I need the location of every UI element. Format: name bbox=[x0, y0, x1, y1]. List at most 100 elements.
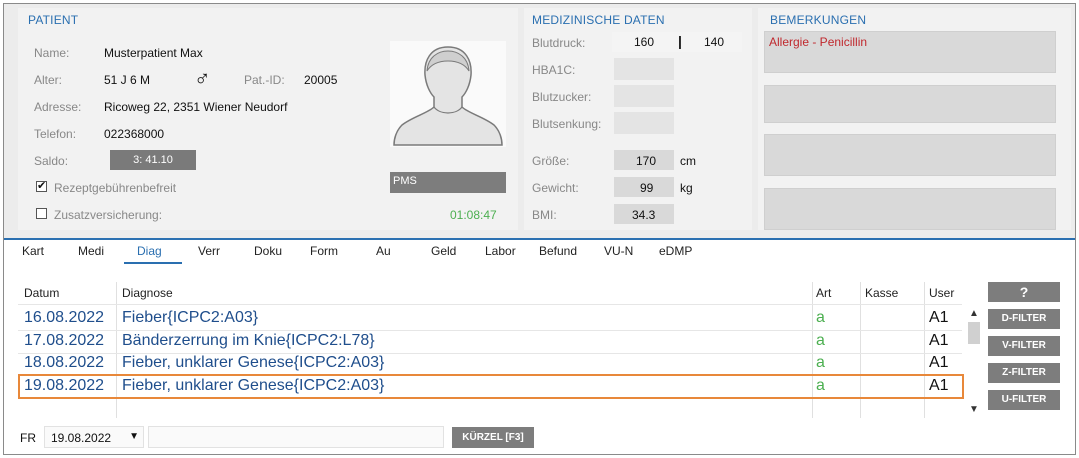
d-filter-button[interactable]: D-FILTER bbox=[988, 309, 1060, 329]
fr-label: FR bbox=[20, 431, 36, 445]
info-area: PATIENT Name: Musterpatient Max Alter: 5… bbox=[4, 4, 1075, 238]
app-window: PATIENT Name: Musterpatient Max Alter: 5… bbox=[3, 3, 1076, 455]
pms-label: PMS bbox=[393, 175, 417, 187]
cell-user: A1 bbox=[929, 309, 949, 326]
header-kasse[interactable]: Kasse bbox=[865, 286, 898, 300]
table-row[interactable]: 18.08.2022 Fieber, unklarer Genese{ICPC2… bbox=[21, 352, 965, 374]
active-tab-indicator bbox=[124, 262, 182, 264]
blutdruck-sys: 160 bbox=[634, 35, 655, 49]
table-row[interactable]: 17.08.2022 Bänderzerrung im Knie{ICPC2:L… bbox=[21, 330, 965, 352]
blutzucker-label: Blutzucker: bbox=[532, 90, 592, 104]
phone-value: 022368000 bbox=[104, 127, 165, 141]
saldo-label: Saldo: bbox=[34, 154, 69, 168]
remark-field-1[interactable]: Allergie - Penicillin bbox=[764, 31, 1056, 73]
header-datum[interactable]: Datum bbox=[24, 286, 59, 300]
cell-datum: 16.08.2022 bbox=[24, 309, 105, 326]
tab-doku[interactable]: Doku bbox=[254, 244, 282, 258]
blutdruck-label: Blutdruck: bbox=[532, 36, 586, 50]
gewicht-unit: kg bbox=[680, 181, 693, 195]
hba1c-label: HBA1C: bbox=[532, 63, 576, 77]
zusatz-label: Zusatzversicherung: bbox=[54, 208, 163, 222]
address-value: Ricoweg 22, 2351 Wiener Neudorf bbox=[104, 100, 288, 114]
male-icon: ♂ bbox=[194, 66, 211, 91]
remark-field-3[interactable] bbox=[764, 134, 1056, 176]
patient-panel: PATIENT Name: Musterpatient Max Alter: 5… bbox=[18, 8, 518, 230]
remark-field-4[interactable] bbox=[764, 188, 1056, 230]
patid-value: 20005 bbox=[304, 73, 338, 87]
remark-text-1: Allergie - Penicillin bbox=[769, 35, 868, 49]
tab-labor[interactable]: Labor bbox=[485, 244, 516, 258]
diagnosis-input[interactable] bbox=[148, 426, 444, 448]
header-user[interactable]: User bbox=[929, 286, 954, 300]
gewicht-value: 99 bbox=[640, 181, 654, 195]
address-label: Adresse: bbox=[34, 100, 82, 114]
cell-art: a bbox=[816, 332, 825, 349]
medical-section-title: MEDIZINISCHE DATEN bbox=[532, 13, 665, 27]
v-filter-button[interactable]: V-FILTER bbox=[988, 336, 1060, 356]
phone-label: Telefon: bbox=[34, 127, 77, 141]
tab-edmp[interactable]: eDMP bbox=[659, 244, 692, 258]
header-art[interactable]: Art bbox=[816, 286, 831, 300]
remarks-panel: BEMERKUNGEN Allergie - Penicillin bbox=[758, 8, 1071, 230]
tab-au[interactable]: Au bbox=[376, 244, 391, 258]
cell-diagnose: Fieber, unklarer Genese{ICPC2:A03} bbox=[122, 354, 385, 371]
tab-medi[interactable]: Medi bbox=[78, 244, 104, 258]
blutzucker-field[interactable] bbox=[614, 85, 674, 107]
tab-divider bbox=[4, 238, 1075, 240]
avatar bbox=[390, 41, 506, 147]
z-filter-button[interactable]: Z-FILTER bbox=[988, 363, 1060, 383]
u-filter-button[interactable]: U-FILTER bbox=[988, 390, 1060, 410]
tab-diag[interactable]: Diag bbox=[137, 244, 162, 258]
bmi-label: BMI: bbox=[532, 208, 557, 222]
rezept-label: Rezeptgebührenbefreit bbox=[54, 181, 177, 195]
blutsenkung-field[interactable] bbox=[614, 112, 674, 134]
cell-art: a bbox=[816, 354, 825, 371]
selected-row-highlight bbox=[18, 374, 964, 399]
checkmark-icon: ✔ bbox=[37, 180, 47, 192]
chevron-down-icon[interactable]: ▼ bbox=[129, 431, 139, 442]
cell-user: A1 bbox=[929, 332, 949, 349]
tab-form[interactable]: Form bbox=[310, 244, 338, 258]
rezept-checkbox[interactable]: ✔ bbox=[36, 180, 47, 192]
patient-section-title: PATIENT bbox=[28, 13, 79, 27]
blutdruck-dia: 140 bbox=[704, 35, 725, 49]
cell-datum: 18.08.2022 bbox=[24, 354, 105, 371]
header-separator bbox=[18, 304, 962, 305]
tab-geld[interactable]: Geld bbox=[431, 244, 456, 258]
tab-befund[interactable]: Befund bbox=[539, 244, 577, 258]
groesse-value: 170 bbox=[636, 154, 657, 168]
header-diagnose[interactable]: Diagnose bbox=[122, 286, 173, 300]
saldo-value[interactable]: 3: 41.10 bbox=[110, 150, 196, 170]
cell-art: a bbox=[816, 309, 825, 326]
scroll-up-icon[interactable]: ▲ bbox=[969, 308, 979, 319]
tab-kart[interactable]: Kart bbox=[22, 244, 44, 258]
scroll-down-icon[interactable]: ▼ bbox=[969, 404, 979, 415]
name-value: Musterpatient Max bbox=[104, 46, 203, 60]
age-label: Alter: bbox=[34, 73, 63, 87]
tab-verr[interactable]: Verr bbox=[198, 244, 220, 258]
cell-datum: 17.08.2022 bbox=[24, 332, 105, 349]
session-timer: 01:08:47 bbox=[450, 208, 497, 222]
tab-vu-n[interactable]: VU-N bbox=[604, 244, 633, 258]
patid-label: Pat.-ID: bbox=[244, 73, 285, 87]
zusatz-checkbox[interactable] bbox=[36, 208, 47, 219]
table-scrollbar[interactable]: ▲ ▼ bbox=[966, 306, 982, 418]
cell-diagnose: Bänderzerrung im Knie{ICPC2:L78} bbox=[122, 332, 375, 349]
bmi-value: 34.3 bbox=[632, 208, 656, 222]
kuerzel-button[interactable]: KÜRZEL [F3] bbox=[452, 427, 534, 448]
pms-bar[interactable]: PMS bbox=[390, 172, 506, 193]
hba1c-field[interactable] bbox=[614, 58, 674, 80]
medical-panel: MEDIZINISCHE DATEN Blutdruck: 160 | 140 … bbox=[524, 8, 752, 230]
groesse-unit: cm bbox=[680, 154, 696, 168]
remark-field-2[interactable] bbox=[764, 85, 1056, 123]
blutdruck-separator: | bbox=[678, 33, 682, 49]
cell-user: A1 bbox=[929, 354, 949, 371]
date-value: 19.08.2022 bbox=[51, 431, 112, 445]
cell-diagnose: Fieber{ICPC2:A03} bbox=[122, 309, 259, 326]
table-row[interactable]: 16.08.2022 Fieber{ICPC2:A03} a A1 bbox=[21, 307, 965, 329]
scroll-thumb[interactable] bbox=[968, 322, 980, 344]
blutsenkung-label: Blutsenkung: bbox=[532, 117, 602, 131]
age-value: 51 J 6 M bbox=[104, 73, 151, 87]
date-select[interactable]: 19.08.2022 ▼ bbox=[44, 426, 144, 448]
help-button[interactable]: ? bbox=[988, 282, 1060, 302]
